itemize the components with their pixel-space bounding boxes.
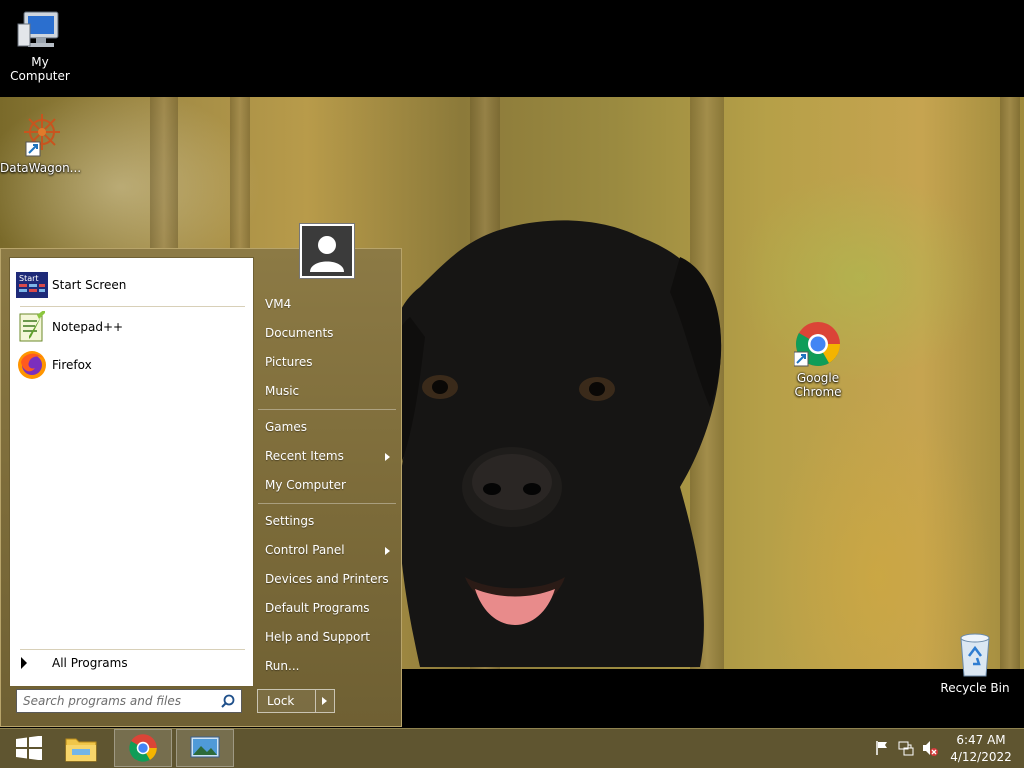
- desktop-icon-label: My Computer: [10, 55, 70, 83]
- start-screen-icon: Start: [16, 269, 48, 301]
- datawagon-icon: [24, 114, 60, 157]
- chrome-icon: [129, 734, 157, 762]
- all-programs-label: All Programs: [52, 656, 128, 670]
- file-explorer-icon: [65, 738, 97, 762]
- lock-options-arrow-icon[interactable]: [322, 697, 327, 705]
- menu-item-my-computer[interactable]: My Computer: [265, 478, 346, 492]
- desktop-icon-label: Google Chrome: [794, 371, 842, 399]
- taskbar-file-explorer[interactable]: [52, 729, 110, 767]
- clock-time: 6:47 AM: [956, 733, 1006, 747]
- menu-item-documents[interactable]: Documents: [265, 326, 333, 340]
- menu-item-devices-printers[interactable]: Devices and Printers: [265, 572, 389, 586]
- tree-trunk: [1000, 97, 1020, 669]
- chevron-right-icon: [21, 657, 27, 669]
- search-icon[interactable]: [221, 694, 235, 708]
- divider: [315, 690, 316, 712]
- divider: [258, 503, 396, 504]
- desktop-icon-my-computer[interactable]: My Computer: [0, 8, 80, 83]
- desktop-icon-recycle-bin[interactable]: Recycle Bin: [935, 630, 1015, 695]
- desktop-icon-datawagon[interactable]: DataWagon...: [0, 112, 82, 175]
- chrome-icon: [793, 322, 840, 367]
- menu-item-settings[interactable]: Settings: [265, 514, 314, 528]
- divider: [258, 409, 396, 410]
- start-button[interactable]: [0, 729, 58, 767]
- desktop-photo-icon: [190, 736, 220, 758]
- flag-icon[interactable]: [874, 740, 890, 756]
- lock-button[interactable]: Lock: [257, 689, 335, 713]
- svg-text:Start: Start: [19, 274, 39, 283]
- desktop-icon-label: Recycle Bin: [940, 681, 1010, 695]
- desktop-icon-chrome[interactable]: Google Chrome: [778, 320, 858, 399]
- program-label: Start Screen: [52, 278, 127, 292]
- all-programs-button[interactable]: All Programs: [20, 656, 128, 670]
- menu-item-games[interactable]: Games: [265, 420, 307, 434]
- menu-item-run[interactable]: Run...: [265, 659, 299, 673]
- computer-icon: [17, 11, 59, 47]
- divider: [20, 306, 245, 307]
- dog-photo: [385, 220, 722, 667]
- program-label: Notepad++: [52, 320, 124, 334]
- taskbar-clock[interactable]: 6:47 AM 4/12/2022: [950, 732, 1012, 766]
- search-placeholder: Search programs and files: [23, 694, 181, 708]
- program-start-screen[interactable]: Start Start Screen: [16, 268, 126, 302]
- clock-date: 4/12/2022: [950, 750, 1012, 764]
- taskbar-chrome[interactable]: [114, 729, 172, 767]
- menu-item-pictures[interactable]: Pictures: [265, 355, 313, 369]
- program-notepadpp[interactable]: Notepad++: [16, 310, 123, 344]
- menu-item-music[interactable]: Music: [265, 384, 299, 398]
- volume-muted-icon[interactable]: [922, 740, 938, 756]
- network-icon[interactable]: [898, 740, 914, 756]
- taskbar-desktop-photo[interactable]: [176, 729, 234, 767]
- divider: [20, 649, 245, 650]
- notepadpp-icon: [16, 311, 48, 343]
- submenu-arrow-icon: [385, 547, 390, 555]
- start-menu-programs-pane: Start Start Screen Notepad++ Firefox All…: [9, 257, 254, 687]
- program-label: Firefox: [52, 358, 92, 372]
- user-avatar[interactable]: [300, 224, 354, 278]
- menu-item-vm4[interactable]: VM4: [265, 297, 291, 311]
- user-icon: [302, 226, 352, 276]
- windows-logo-icon: [16, 736, 42, 760]
- menu-item-recent-items[interactable]: Recent Items: [265, 449, 344, 463]
- firefox-icon: [16, 349, 48, 381]
- program-firefox[interactable]: Firefox: [16, 348, 92, 382]
- search-input[interactable]: Search programs and files: [16, 689, 242, 713]
- menu-item-help-support[interactable]: Help and Support: [265, 630, 370, 644]
- submenu-arrow-icon: [385, 453, 390, 461]
- lock-label: Lock: [267, 694, 295, 708]
- desktop-icon-label: DataWagon...: [0, 161, 82, 175]
- recycle-bin-icon: [960, 633, 990, 677]
- menu-item-default-programs[interactable]: Default Programs: [265, 601, 370, 615]
- menu-item-control-panel[interactable]: Control Panel: [265, 543, 345, 557]
